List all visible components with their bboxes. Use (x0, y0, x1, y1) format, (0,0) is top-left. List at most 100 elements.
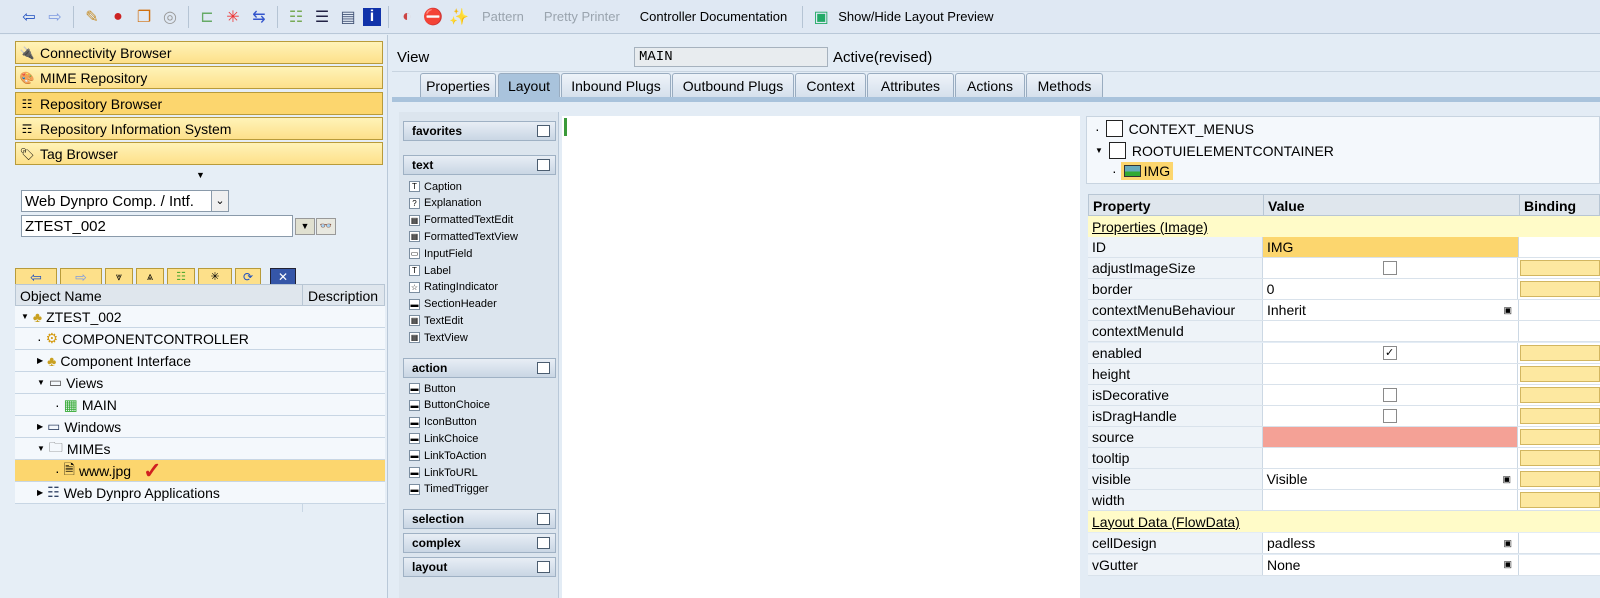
binding-button[interactable] (1520, 492, 1600, 509)
value-cell[interactable] (1263, 405, 1518, 426)
dropdown-icon[interactable]: ▣ (1502, 474, 1511, 485)
palette-group-selection[interactable]: selection (403, 509, 556, 529)
collapsed-arrow-icon[interactable]: ▶ (37, 488, 43, 497)
tab-actions[interactable]: Actions (955, 73, 1025, 97)
tab-attributes[interactable]: Attributes (867, 73, 954, 97)
checkbox[interactable]: ✓ (1382, 345, 1397, 360)
palette-item[interactable]: ▬ TimedTrigger (409, 481, 489, 498)
palette-item[interactable]: ▦ FormattedTextView (409, 228, 518, 245)
palette-item[interactable]: ▬ LinkToURL (409, 464, 478, 481)
column-description[interactable]: Description (303, 285, 383, 305)
value-cell[interactable] (1262, 426, 1518, 447)
back-icon[interactable]: ⇦ (18, 6, 40, 28)
hierarchy-node-selected[interactable]: · IMG (1112, 162, 1174, 180)
palette-group-layout[interactable]: layout (403, 557, 556, 577)
display-icon[interactable]: ◐ (396, 6, 418, 28)
object-type-select[interactable]: Web Dynpro Comp. / Intf. (21, 190, 215, 212)
tab-methods[interactable]: Methods (1026, 73, 1103, 97)
value-cell[interactable] (1263, 384, 1518, 405)
minimize-icon[interactable] (537, 125, 550, 137)
stack-icon[interactable]: ☰ (311, 6, 333, 28)
binding-button[interactable] (1520, 281, 1600, 298)
palette-item[interactable]: ▦ TextView (409, 329, 468, 346)
column-object-name[interactable]: Object Name (16, 285, 303, 305)
forward-icon[interactable]: ⇨ (44, 6, 66, 28)
property-row[interactable]: source (1088, 426, 1600, 448)
breakpoint-icon[interactable]: ✳ (222, 6, 244, 28)
palette-item[interactable]: T Label (409, 262, 451, 279)
column-property[interactable]: Property (1089, 195, 1264, 215)
tree-node[interactable]: ▼ ♣ ZTEST_002 (15, 306, 385, 328)
hierarchy-node[interactable]: · CONTEXT_MENUS (1095, 120, 1254, 137)
property-row[interactable]: vGutter None ▣ (1088, 554, 1600, 576)
chevron-down-icon[interactable]: ⌄ (211, 190, 229, 212)
dropdown-button[interactable]: ▼ (295, 218, 315, 235)
value-cell[interactable] (1263, 258, 1518, 279)
tree-node[interactable]: ▼ ▭ Views (15, 372, 385, 394)
property-row[interactable]: cellDesign padless ▣ (1088, 533, 1600, 554)
binding-button[interactable] (1520, 471, 1600, 488)
property-row[interactable]: adjustImageSize (1088, 258, 1600, 280)
section-layout-data[interactable]: Layout Data (FlowData) (1088, 511, 1600, 532)
mime-repository-button[interactable]: 🎨 MIME Repository (15, 66, 383, 89)
tab-properties[interactable]: Properties (420, 73, 496, 97)
expanded-arrow-icon[interactable]: ▼ (21, 312, 29, 321)
palette-item[interactable]: ▭ InputField (409, 245, 472, 262)
collapsed-arrow-icon[interactable]: ▶ (37, 356, 43, 365)
value-cell[interactable]: Visible ▣ (1263, 469, 1518, 490)
collapse-arrow-icon[interactable]: ▼ (196, 170, 205, 180)
tag-browser-button[interactable]: 🏷 Tag Browser (15, 142, 383, 165)
palette-item[interactable]: T Caption (409, 178, 462, 195)
palette-item[interactable]: ▬ LinkChoice (409, 430, 478, 447)
binding-button[interactable] (1520, 365, 1600, 382)
minimize-icon[interactable] (537, 362, 550, 374)
property-row[interactable]: contextMenuBehaviour Inherit ▣ (1088, 300, 1600, 322)
checkbox[interactable] (1382, 408, 1397, 423)
expanded-arrow-icon[interactable]: ▼ (1095, 146, 1103, 155)
palette-group-complex[interactable]: complex (403, 533, 556, 553)
property-row[interactable]: width (1088, 490, 1600, 512)
collapsed-arrow-icon[interactable]: ▶ (37, 422, 43, 431)
wizard-icon[interactable]: ✨ (448, 6, 470, 28)
palette-group-favorites[interactable]: favorites (403, 121, 556, 141)
value-cell[interactable]: padless ▣ (1263, 533, 1519, 553)
dropdown-icon[interactable]: ▣ (1503, 538, 1512, 549)
tree-node[interactable]: · ⚙ COMPONENTCONTROLLER (15, 328, 385, 350)
tree-node[interactable]: ▶ ▭ Windows (15, 416, 385, 438)
palette-item[interactable]: ▬ LinkToAction (409, 447, 486, 464)
binding-button[interactable] (1520, 260, 1600, 277)
dropdown-icon[interactable]: ▣ (1503, 559, 1512, 570)
minimize-icon[interactable] (537, 159, 550, 171)
maximize-icon[interactable] (537, 513, 550, 525)
connectivity-browser-button[interactable]: 🔌 Connectivity Browser (15, 41, 383, 64)
property-row[interactable]: height (1088, 363, 1600, 385)
edit-pencil-icon[interactable]: ✎ (81, 6, 103, 28)
property-row[interactable]: tooltip (1088, 448, 1600, 469)
column-value[interactable]: Value (1264, 195, 1520, 215)
repository-information-system-button[interactable]: ☶ Repository Information System (15, 117, 383, 140)
binding-button[interactable] (1520, 386, 1600, 403)
palette-group-text[interactable]: text (403, 155, 556, 175)
pretty-printer-button[interactable]: Pretty Printer (536, 9, 628, 24)
layout-preview-icon[interactable]: ▣ (810, 6, 832, 28)
object-name-input[interactable]: ZTEST_002 (21, 215, 293, 237)
value-cell[interactable]: ✓ (1263, 342, 1518, 363)
value-cell[interactable] (1263, 321, 1519, 342)
where-used-icon[interactable]: ◎ (159, 6, 181, 28)
property-row[interactable]: enabled ✓ (1088, 342, 1600, 364)
binding-button[interactable] (1520, 450, 1600, 466)
activate-icon[interactable]: ● (107, 6, 129, 28)
binding-button[interactable] (1520, 428, 1600, 445)
tree-node[interactable]: ▶ ☷ Web Dynpro Applications (15, 482, 385, 504)
property-row[interactable]: isDecorative (1088, 384, 1600, 406)
display-glasses-button[interactable]: 👓 (316, 218, 336, 235)
info-icon[interactable]: i (363, 7, 381, 26)
binding-button[interactable] (1520, 344, 1600, 361)
section-properties-image[interactable]: Properties (Image) (1088, 216, 1600, 237)
tab-inbound-plugs[interactable]: Inbound Plugs (561, 73, 671, 97)
expanded-arrow-icon[interactable]: ▼ (37, 378, 45, 387)
window-icon[interactable]: ▤ (337, 6, 359, 28)
tree-node[interactable]: ▶ ♣ Component Interface (15, 350, 385, 372)
navigate-icon[interactable]: ⇆ (248, 6, 270, 28)
palette-item[interactable]: ? Explanation (409, 195, 482, 212)
